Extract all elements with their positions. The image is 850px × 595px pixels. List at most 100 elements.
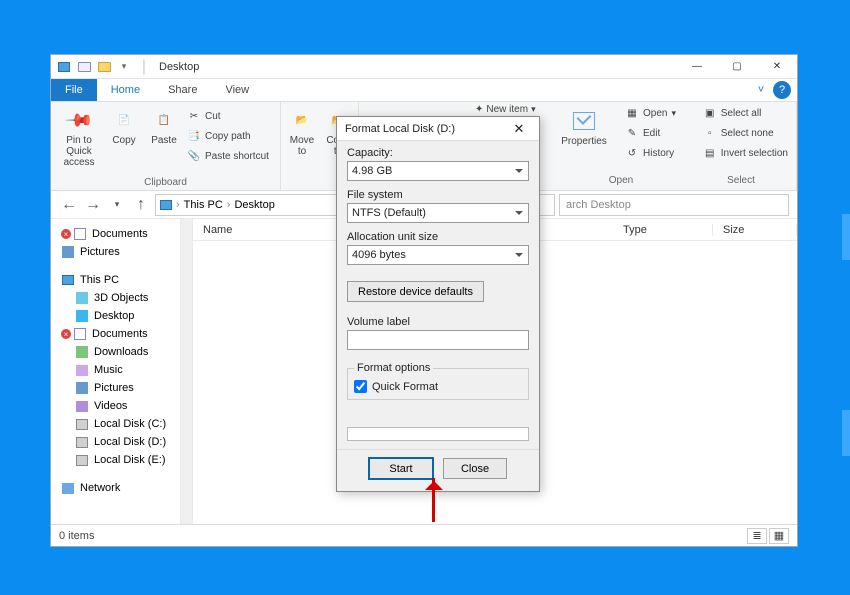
paste-shortcut-button[interactable]: 📎Paste shortcut <box>187 147 269 165</box>
history-button[interactable]: ↺History <box>625 144 676 162</box>
search-input[interactable]: arch Desktop <box>559 194 789 216</box>
volume-label-input[interactable] <box>347 330 529 350</box>
decorative-accent <box>842 410 850 456</box>
nav-scrollbar[interactable] <box>181 219 193 524</box>
new-item-icon: ✦ <box>475 104 483 115</box>
restore-defaults-button[interactable]: Restore device defaults <box>347 281 484 302</box>
paste-icon: 📋 <box>149 105 179 135</box>
tree-item-this-pc[interactable]: This PC <box>51 271 180 289</box>
qat-sep: | <box>135 58 153 76</box>
view-icons-button[interactable]: ▦ <box>769 528 789 544</box>
tree-item-3d-objects[interactable]: 3D Objects <box>51 289 180 307</box>
help-icon[interactable]: ? <box>773 81 791 99</box>
tree-item-disk-c[interactable]: Local Disk (C:) <box>51 415 180 433</box>
tab-view[interactable]: View <box>211 79 263 101</box>
tree-item-documents-2[interactable]: ×Documents <box>51 325 180 343</box>
column-size[interactable]: Size <box>713 224 797 236</box>
qat-folder-icon[interactable] <box>95 58 113 76</box>
breadcrumb-segment[interactable]: Desktop <box>234 199 274 211</box>
tab-share[interactable]: Share <box>154 79 211 101</box>
pc-icon <box>160 200 172 210</box>
tree-item-pictures[interactable]: Pictures <box>51 243 180 261</box>
dialog-title-bar: Format Local Disk (D:) ✕ <box>337 117 539 141</box>
maximize-button[interactable]: ▢ <box>717 55 757 79</box>
title-bar: ▾ | Desktop — ▢ ✕ <box>51 55 797 79</box>
allocation-combo[interactable]: 4096 bytes <box>347 245 529 265</box>
pin-icon: 📌 <box>64 105 95 136</box>
select-all-icon: ▣ <box>703 106 717 120</box>
paste-button[interactable]: 📋 Paste <box>147 105 181 146</box>
qat-save-icon[interactable] <box>75 58 93 76</box>
close-button[interactable]: ✕ <box>757 55 797 79</box>
new-item-button[interactable]: ✦ New item ▾ <box>475 104 536 115</box>
column-type[interactable]: Type <box>613 224 713 236</box>
cut-button[interactable]: ✂Cut <box>187 107 269 125</box>
dialog-title: Format Local Disk (D:) <box>345 123 455 135</box>
properties-icon <box>573 112 595 130</box>
select-none-button[interactable]: ▫Select none <box>703 124 788 142</box>
ribbon-collapse-icon[interactable]: ˅ <box>749 79 773 101</box>
decorative-accent <box>842 214 850 260</box>
move-to-button[interactable]: 📂 Move to <box>287 105 317 157</box>
start-button[interactable]: Start <box>369 458 433 479</box>
cut-icon: ✂ <box>187 109 201 123</box>
tree-item-downloads[interactable]: Downloads <box>51 343 180 361</box>
tab-file[interactable]: File <box>51 79 97 101</box>
dialog-close-button[interactable]: ✕ <box>507 121 531 137</box>
ribbon-tabs: File Home Share View ˅ ? <box>51 79 797 102</box>
error-badge-icon: × <box>61 329 71 339</box>
select-none-icon: ▫ <box>703 126 717 140</box>
group-label-open: Open <box>596 175 646 188</box>
dialog-close-action-button[interactable]: Close <box>443 458 507 479</box>
history-icon: ↺ <box>625 146 639 160</box>
status-bar: 0 items ≣ ▦ <box>51 524 797 546</box>
breadcrumb-segment[interactable]: This PC <box>184 199 223 211</box>
tree-item-pictures-2[interactable]: Pictures <box>51 379 180 397</box>
annotation-arrow-shaft <box>432 478 435 522</box>
pin-to-quick-access-button[interactable]: 📌 Pin to Quick access <box>57 105 101 168</box>
group-label-clipboard: Clipboard <box>57 177 274 190</box>
error-badge-icon: × <box>61 229 71 239</box>
filesystem-combo[interactable]: NTFS (Default) <box>347 203 529 223</box>
tree-item-desktop[interactable]: Desktop <box>51 307 180 325</box>
open-icon: ▦ <box>625 106 639 120</box>
capacity-label: Capacity: <box>347 147 529 159</box>
nav-up-button[interactable]: ↑ <box>131 195 151 215</box>
edit-button[interactable]: ✎Edit <box>625 124 676 142</box>
allocation-label: Allocation unit size <box>347 231 529 243</box>
properties-button[interactable]: Properties <box>562 106 606 147</box>
capacity-combo[interactable]: 4.98 GB <box>347 161 529 181</box>
volume-label-label: Volume label <box>347 316 529 328</box>
edit-icon: ✎ <box>625 126 639 140</box>
nav-forward-button[interactable]: → <box>83 195 103 215</box>
minimize-button[interactable]: — <box>677 55 717 79</box>
copy-path-button[interactable]: 📑Copy path <box>187 127 269 145</box>
search-placeholder: arch Desktop <box>566 199 631 211</box>
copy-path-icon: 📑 <box>187 129 201 143</box>
quick-format-label: Quick Format <box>372 381 438 393</box>
invert-selection-icon: ▤ <box>703 146 717 160</box>
paste-shortcut-icon: 📎 <box>187 149 201 163</box>
copy-button[interactable]: 📄 Copy <box>107 105 141 146</box>
format-dialog: Format Local Disk (D:) ✕ Capacity: 4.98 … <box>336 116 540 492</box>
select-all-button[interactable]: ▣Select all <box>703 104 788 122</box>
tree-item-videos[interactable]: Videos <box>51 397 180 415</box>
tab-home[interactable]: Home <box>97 79 154 101</box>
tree-item-disk-d[interactable]: Local Disk (D:) <box>51 433 180 451</box>
tree-item-disk-e[interactable]: Local Disk (E:) <box>51 451 180 469</box>
nav-recent-button[interactable]: ▾ <box>107 195 127 215</box>
quick-format-checkbox[interactable] <box>354 380 367 393</box>
filesystem-label: File system <box>347 189 529 201</box>
invert-selection-button[interactable]: ▤Invert selection <box>703 144 788 162</box>
tree-item-network[interactable]: Network <box>51 479 180 497</box>
move-to-icon: 📂 <box>287 105 317 135</box>
navigation-pane[interactable]: ×Documents Pictures This PC 3D Objects D… <box>51 219 181 524</box>
nav-back-button[interactable]: ← <box>59 195 79 215</box>
qat-dropdown-icon[interactable]: ▾ <box>115 58 133 76</box>
app-icon <box>55 58 73 76</box>
tree-item-music[interactable]: Music <box>51 361 180 379</box>
tree-item-documents[interactable]: ×Documents <box>51 225 180 243</box>
open-button[interactable]: ▦Open ▾ <box>625 104 676 122</box>
view-details-button[interactable]: ≣ <box>747 528 767 544</box>
group-label-select: Select <box>716 175 766 188</box>
